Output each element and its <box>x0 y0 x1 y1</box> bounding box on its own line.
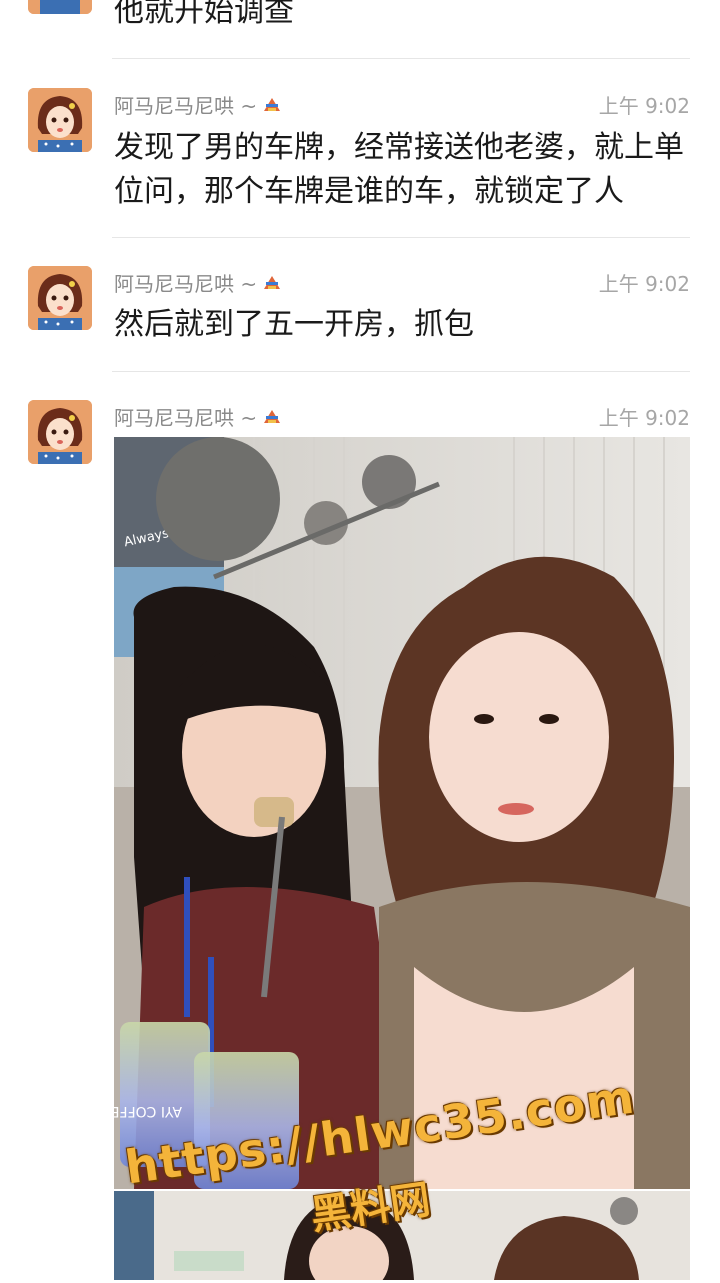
avatar[interactable] <box>28 266 92 330</box>
avatar-girl-icon <box>28 0 92 14</box>
message-item: 他就开始调查 <box>0 0 720 58</box>
message-item: 阿马尼马尼哄 ~ 上午 9:02 Always AYI COFF <box>0 371 720 1280</box>
selfie-photo-image: Always beside AYI COFFEE <box>114 437 690 1189</box>
avatar-girl-icon <box>28 88 92 152</box>
message-text: 发现了男的车牌，经常接送他老婆，就上单位问，那个车牌是谁的车，就锁定了人 <box>114 130 684 209</box>
sender-name[interactable]: 阿马尼马尼哄 ~ <box>114 90 283 119</box>
avatar-girl-icon <box>28 400 92 464</box>
chat-photo[interactable]: Always beside AYI COFFEE <box>114 437 690 1189</box>
avatar-girl-icon <box>28 266 92 330</box>
avatar[interactable] <box>28 88 92 152</box>
message-item: 阿马尼马尼哄 ~ 上午 9:02 发现了男的车牌，经常接送他老婆，就上单位问，那… <box>0 58 720 238</box>
chat-photo[interactable] <box>114 1191 690 1280</box>
sticker-badge-icon <box>264 409 281 423</box>
message-text: 然后就到了五一开房，抓包 <box>114 307 474 342</box>
message-text: 他就开始调查 <box>114 0 294 29</box>
sticker-badge-icon <box>264 97 281 111</box>
cup-logo-text: AYI COFFEE <box>114 1103 182 1119</box>
sender-name[interactable]: 阿马尼马尼哄 ~ <box>114 268 283 297</box>
avatar[interactable] <box>28 400 92 464</box>
timestamp: 上午 9:02 <box>598 406 690 430</box>
avatar[interactable] <box>28 0 92 14</box>
sticker-badge-icon <box>264 275 281 289</box>
second-photo-image <box>114 1191 690 1280</box>
message-item: 阿马尼马尼哄 ~ 上午 9:02 然后就到了五一开房，抓包 <box>0 237 720 371</box>
timestamp: 上午 9:02 <box>598 272 690 296</box>
timestamp: 上午 9:02 <box>598 94 690 118</box>
sender-name[interactable]: 阿马尼马尼哄 ~ <box>114 402 283 431</box>
